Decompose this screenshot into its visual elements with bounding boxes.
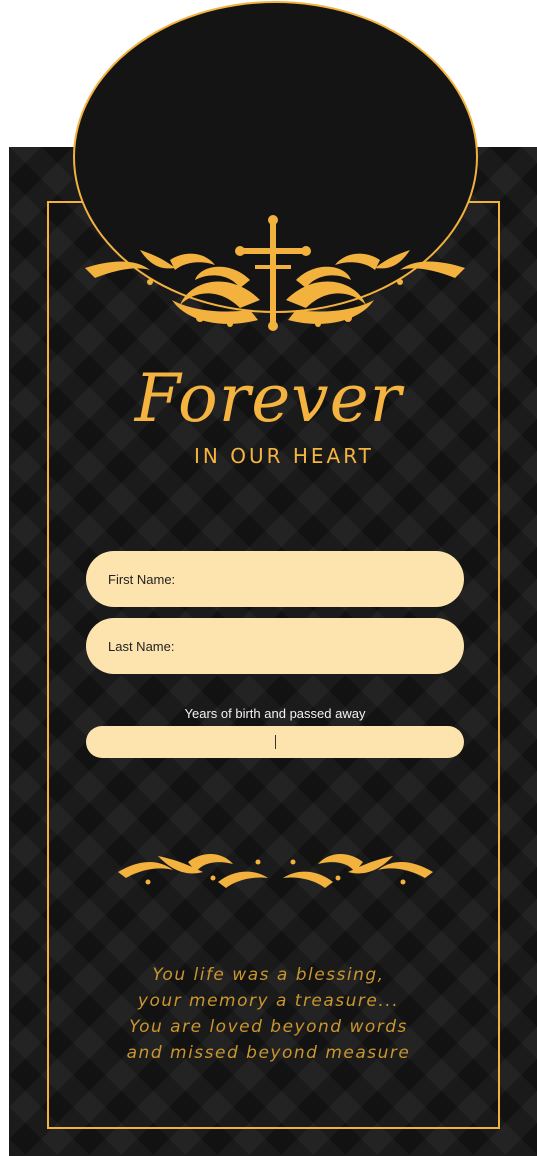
cross-floral-ornament-icon [85, 215, 465, 331]
memorial-poem: You life was a blessing, your memory a t… [0, 962, 537, 1066]
last-name-field[interactable]: Last Name: [86, 618, 464, 674]
poem-line: your memory a treasure... [137, 991, 400, 1011]
first-name-label: First Name: [108, 571, 176, 587]
last-name-label: Last Name: [108, 638, 175, 654]
poem-line: You are loved beyond words [129, 1017, 408, 1037]
title-block: Forever IN OUR HEART [0, 360, 537, 470]
first-name-field[interactable]: First Name: [86, 551, 464, 607]
text-caret [274, 735, 276, 749]
title-script: Forever [134, 360, 403, 437]
title-subtitle: IN OUR HEART [194, 444, 374, 468]
years-input[interactable] [86, 726, 464, 758]
poem-line: and missed beyond measure [126, 1043, 411, 1063]
years-label: Years of birth and passed away [184, 706, 366, 721]
floral-divider-icon [118, 853, 433, 888]
poem-line: You life was a blessing, [152, 965, 385, 985]
